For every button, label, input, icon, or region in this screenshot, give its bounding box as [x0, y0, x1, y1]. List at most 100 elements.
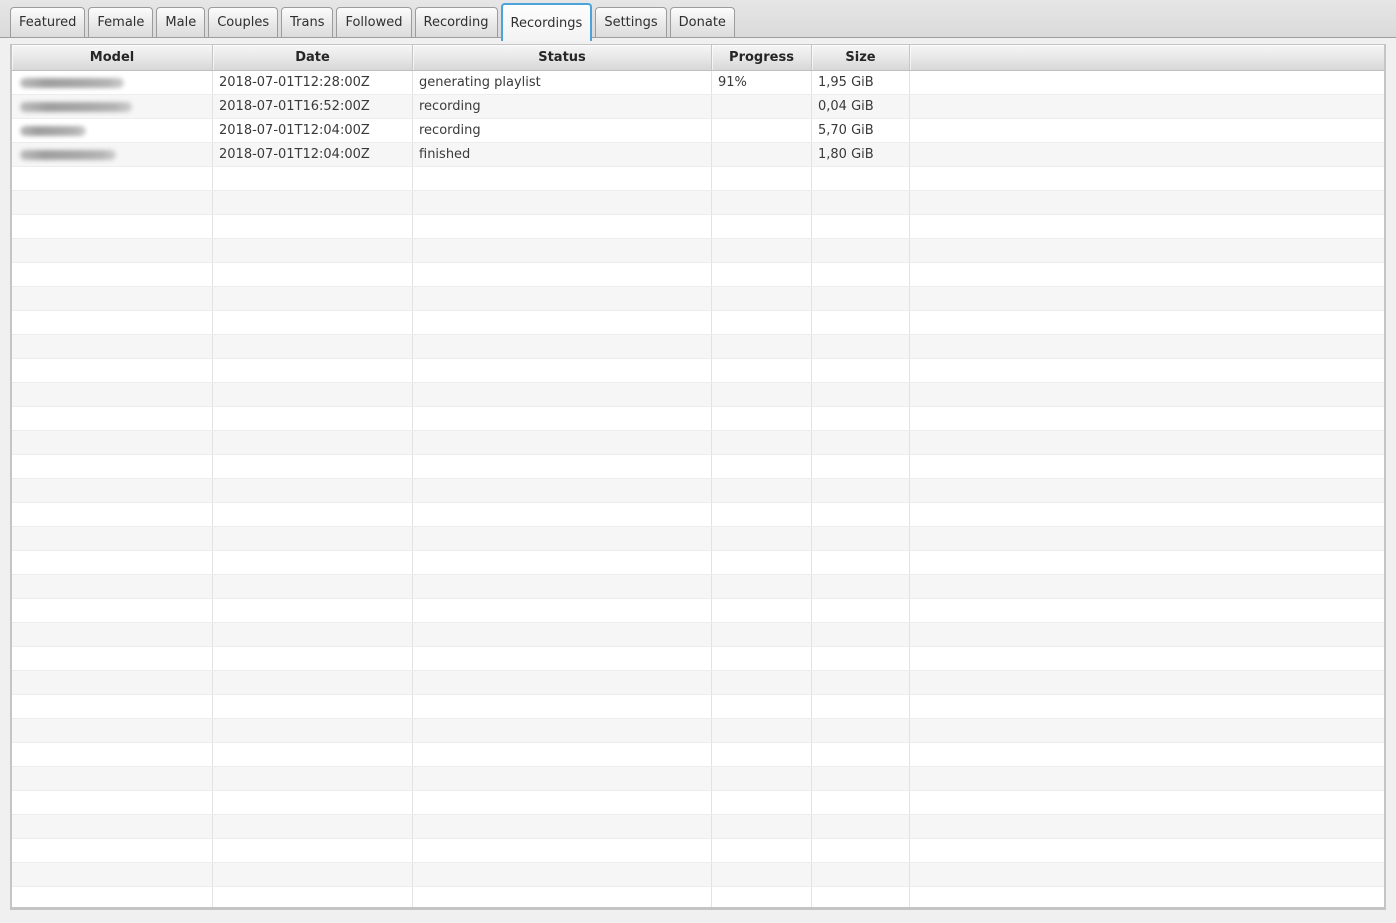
table-row-empty[interactable] [12, 743, 1384, 767]
table-row-empty[interactable] [12, 287, 1384, 311]
table-row-empty[interactable] [12, 335, 1384, 359]
table-row-empty[interactable] [12, 839, 1384, 863]
table-row-empty[interactable] [12, 791, 1384, 815]
column-header-status[interactable]: Status [413, 45, 712, 70]
table-row-empty[interactable] [12, 431, 1384, 455]
cell-status [413, 863, 712, 886]
cell-model [12, 287, 213, 310]
cell-date [213, 407, 413, 430]
table-row-empty[interactable] [12, 359, 1384, 383]
cell-size [812, 287, 910, 310]
table-row-empty[interactable] [12, 527, 1384, 551]
cell-date [213, 527, 413, 550]
cell-progress [712, 623, 812, 646]
cell-size [812, 599, 910, 622]
tab-settings[interactable]: Settings [595, 7, 666, 37]
table-row-empty[interactable] [12, 215, 1384, 239]
table-row-empty[interactable] [12, 479, 1384, 503]
cell-date [213, 623, 413, 646]
table-row-empty[interactable] [12, 815, 1384, 839]
cell-blank [910, 263, 1384, 286]
tab-followed[interactable]: Followed [336, 7, 411, 37]
table-row[interactable]: 2018-07-01T12:28:00Zgenerating playlist9… [12, 71, 1384, 95]
table-row-empty[interactable] [12, 767, 1384, 791]
cell-size [812, 671, 910, 694]
cell-model [12, 71, 213, 94]
cell-blank [910, 239, 1384, 262]
table-row-empty[interactable] [12, 239, 1384, 263]
table-row-empty[interactable] [12, 167, 1384, 191]
cell-progress [712, 455, 812, 478]
table-row-empty[interactable] [12, 575, 1384, 599]
cell-date [213, 719, 413, 742]
cell-blank [910, 791, 1384, 814]
cell-status [413, 359, 712, 382]
table-row-empty[interactable] [12, 695, 1384, 719]
cell-blank [910, 647, 1384, 670]
column-header-blank[interactable] [910, 45, 1384, 70]
cell-status [413, 455, 712, 478]
cell-progress [712, 503, 812, 526]
column-header-size[interactable]: Size [812, 45, 910, 70]
cell-progress [712, 239, 812, 262]
cell-progress [712, 527, 812, 550]
table-row-empty[interactable] [12, 191, 1384, 215]
cell-blank [910, 743, 1384, 766]
tab-recording[interactable]: Recording [415, 7, 498, 37]
cell-model [12, 359, 213, 382]
cell-date [213, 551, 413, 574]
cell-blank [910, 167, 1384, 190]
table-row-empty[interactable] [12, 263, 1384, 287]
table-row-empty[interactable] [12, 383, 1384, 407]
cell-progress [712, 359, 812, 382]
tab-couples[interactable]: Couples [208, 7, 278, 37]
tab-recordings[interactable]: Recordings [501, 3, 593, 41]
table-row-empty[interactable] [12, 407, 1384, 431]
table-row-empty[interactable] [12, 647, 1384, 671]
cell-date [213, 215, 413, 238]
tab-trans[interactable]: Trans [281, 7, 333, 37]
table-row[interactable]: 2018-07-01T12:04:00Zrecording5,70 GiB [12, 119, 1384, 143]
table-row-empty[interactable] [12, 455, 1384, 479]
tab-female[interactable]: Female [88, 7, 153, 37]
table-row-empty[interactable] [12, 887, 1384, 910]
cell-progress [712, 167, 812, 190]
cell-model [12, 695, 213, 718]
cell-model [12, 887, 213, 910]
table-row-empty[interactable] [12, 671, 1384, 695]
tab-male[interactable]: Male [156, 7, 205, 37]
table-row-empty[interactable] [12, 719, 1384, 743]
cell-blank [910, 863, 1384, 886]
table-row-empty[interactable] [12, 551, 1384, 575]
cell-blank [910, 479, 1384, 502]
table-row-empty[interactable] [12, 623, 1384, 647]
column-header-progress[interactable]: Progress [712, 45, 812, 70]
cell-model [12, 407, 213, 430]
cell-date [213, 311, 413, 334]
cell-status [413, 191, 712, 214]
table-row[interactable]: 2018-07-01T12:04:00Zfinished1,80 GiB [12, 143, 1384, 167]
column-header-model[interactable]: Model [12, 45, 213, 70]
column-header-date[interactable]: Date [213, 45, 413, 70]
cell-size [812, 887, 910, 910]
table-row-empty[interactable] [12, 863, 1384, 887]
tab-donate[interactable]: Donate [670, 7, 735, 37]
cell-model [12, 575, 213, 598]
cell-blank [910, 695, 1384, 718]
table-row-empty[interactable] [12, 311, 1384, 335]
table-row[interactable]: 2018-07-01T16:52:00Zrecording0,04 GiB [12, 95, 1384, 119]
cell-size [812, 743, 910, 766]
recordings-table: ModelDateStatusProgressSize 2018-07-01T1… [10, 44, 1386, 910]
cell-date [213, 335, 413, 358]
table-row-empty[interactable] [12, 503, 1384, 527]
table-row-empty[interactable] [12, 599, 1384, 623]
tab-featured[interactable]: Featured [10, 7, 85, 37]
cell-model [12, 599, 213, 622]
cell-blank [910, 575, 1384, 598]
cell-progress [712, 407, 812, 430]
cell-model [12, 719, 213, 742]
cell-progress [712, 695, 812, 718]
tab-bar: FeaturedFemaleMaleCouplesTransFollowedRe… [0, 0, 1396, 38]
cell-status [413, 767, 712, 790]
cell-size [812, 647, 910, 670]
